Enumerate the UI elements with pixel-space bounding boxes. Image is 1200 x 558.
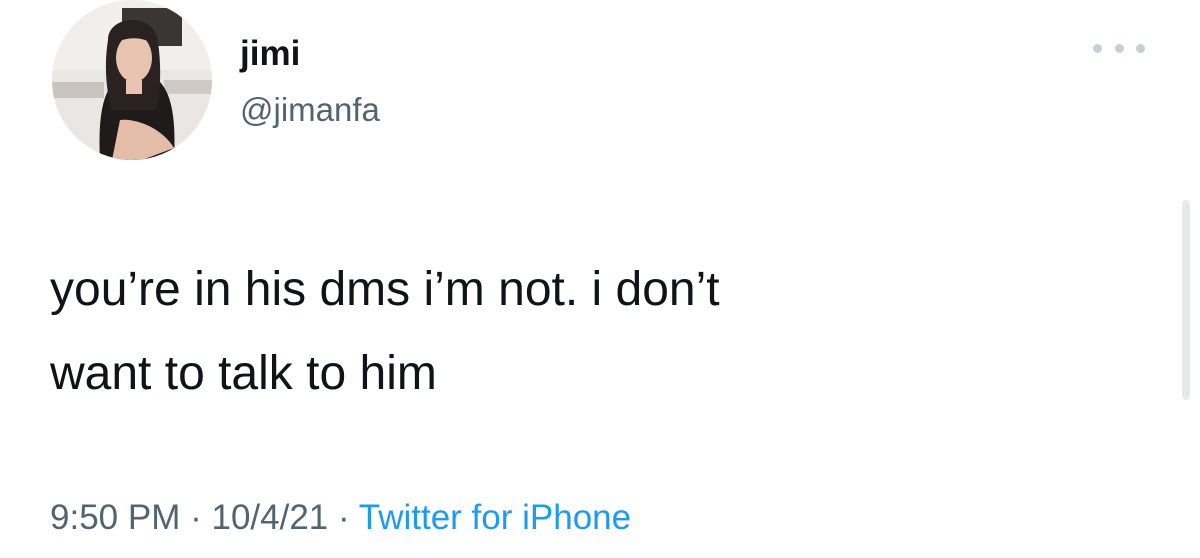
more-options-button[interactable] <box>1093 33 1145 63</box>
tweet-text-line-2: want to talk to him <box>50 347 437 400</box>
tweet-time[interactable]: 9:50 PM <box>50 498 180 537</box>
tweet-source-link[interactable]: Twitter for iPhone <box>359 498 631 537</box>
avatar[interactable] <box>52 0 212 160</box>
separator-dot: · <box>338 498 350 537</box>
tweet-text: you’re in his dms i’m not. i don’t want … <box>50 248 1150 416</box>
ellipsis-icon-dot <box>1136 43 1145 53</box>
user-handle[interactable]: @jimanfa <box>240 90 380 130</box>
tweet-card: jimi @jimanfa you’re in his dms i’m not.… <box>0 0 1200 558</box>
scrollbar[interactable] <box>1182 200 1190 400</box>
ellipsis-icon-dot <box>1114 43 1124 53</box>
display-name[interactable]: jimi <box>240 34 300 74</box>
ellipsis-icon <box>1093 43 1102 53</box>
tweet-metadata: 9:50 PM · 10/4/21 · Twitter for iPhone <box>50 494 631 542</box>
tweet-text-line-1: you’re in his dms i’m not. i don’t <box>50 263 720 316</box>
separator-dot: · <box>190 498 202 537</box>
profile-photo-avatar-icon <box>52 0 212 160</box>
tweet-date[interactable]: 10/4/21 <box>211 498 328 537</box>
